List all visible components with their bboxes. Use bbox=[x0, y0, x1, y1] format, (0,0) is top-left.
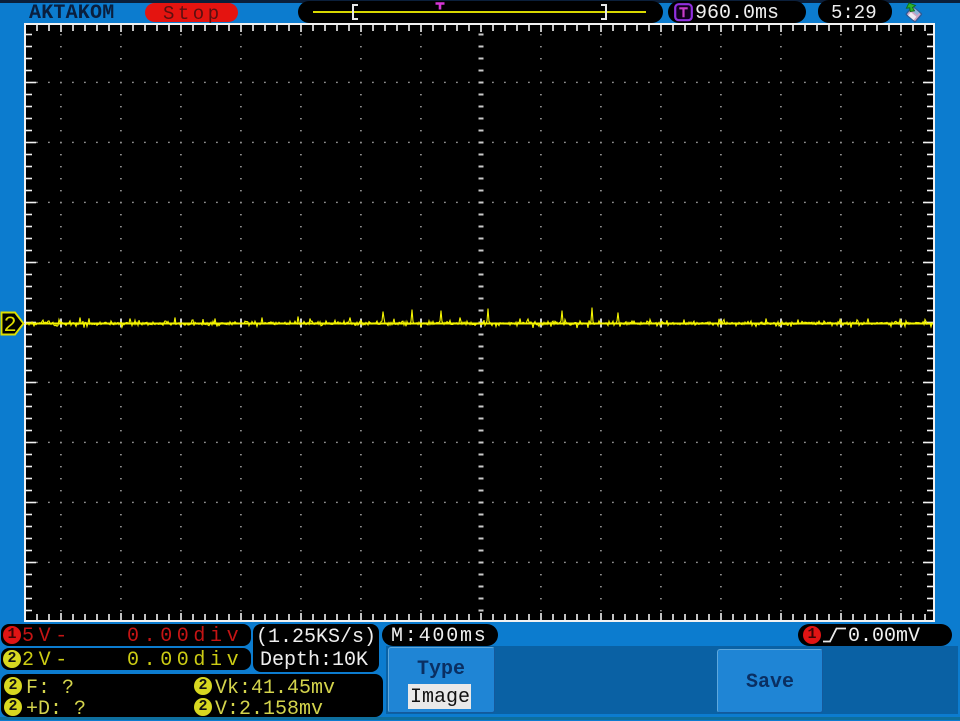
svg-text:2: 2 bbox=[4, 313, 17, 338]
